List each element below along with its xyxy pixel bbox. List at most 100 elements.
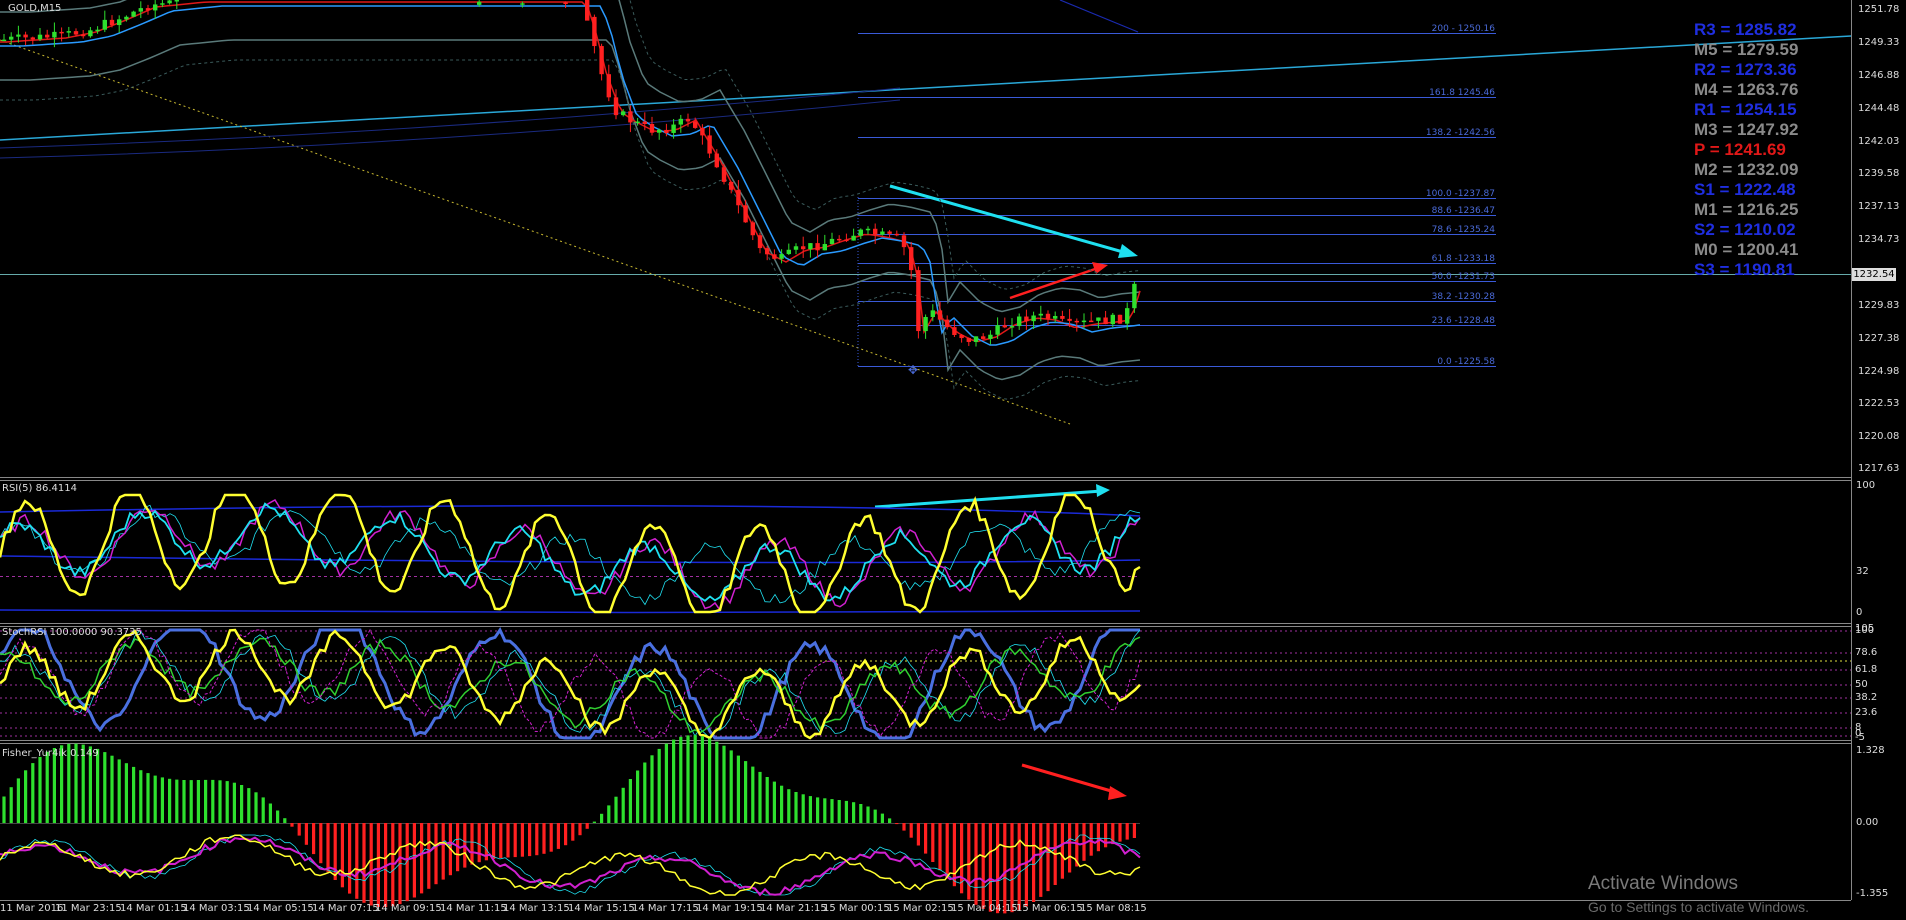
candle-body (851, 235, 856, 241)
fisher-histogram-bar (981, 823, 985, 909)
band-outer-upper (629, 0, 1141, 290)
symbol-label: GOLD,M15 (8, 3, 62, 14)
candle-body (901, 235, 907, 248)
candle-body (1024, 316, 1029, 322)
fisher-histogram-bar (657, 748, 661, 823)
activate-windows-subtitle: Go to Settings to activate Windows. (1588, 899, 1809, 915)
fisher-histogram-bar (967, 823, 971, 900)
fisher-histogram-bar (945, 823, 949, 879)
candle-body (945, 319, 950, 328)
candle-body (923, 316, 928, 332)
fisher-histogram-bar (794, 792, 798, 823)
candle-body (45, 34, 50, 38)
candle-body (95, 29, 100, 32)
fisher-histogram-bar (952, 823, 956, 887)
candle-body (829, 238, 835, 245)
candle-body (599, 46, 604, 75)
pivot-level: P = 1241.69 (1694, 140, 1786, 159)
candle-body (1031, 315, 1036, 322)
activate-windows-title: Activate Windows (1588, 873, 1738, 894)
pivot-level: S2 = 1210.02 (1694, 220, 1796, 239)
candle-body (930, 310, 935, 317)
price-scale-label: 1227.38 (1858, 333, 1900, 344)
stochrsi-scale-label: 78.6 (1855, 647, 1878, 658)
candle-body (786, 249, 791, 255)
candle-body (844, 239, 849, 242)
candle-body (750, 222, 755, 236)
rsi-pane (0, 484, 1141, 614)
candle-body (757, 235, 763, 249)
fisher-histogram-bar (9, 787, 13, 823)
fisher-histogram-bar (254, 792, 258, 823)
candle-body (685, 118, 691, 122)
fisher-histogram-bar (852, 802, 856, 823)
candle-body (909, 247, 914, 271)
candle-body (664, 129, 669, 133)
price-scale-label: 1222.53 (1858, 398, 1900, 409)
time-axis-label: 14 Mar 17:15 (632, 903, 699, 914)
stoch-blue-line (0, 626, 1140, 740)
pivot-level: M1 = 1216.25 (1694, 200, 1799, 219)
fisher-histogram-bar (1068, 823, 1072, 873)
rsi-lower-band (0, 609, 1141, 614)
fisher-histogram-bar (880, 813, 884, 823)
price-scale-label: 1234.73 (1858, 234, 1900, 245)
fisher-histogram-bar (931, 823, 935, 862)
fisher-histogram-bar (52, 748, 56, 823)
price-scale-label: 1244.48 (1858, 103, 1900, 114)
candle-body (66, 31, 71, 33)
candle-body (966, 338, 971, 342)
candle-body (52, 31, 57, 38)
fisher-histogram-bar (614, 796, 618, 823)
candle-body (988, 334, 993, 339)
candle-body (16, 34, 21, 37)
candle-body (736, 189, 741, 206)
fisher-histogram-bar (772, 781, 776, 823)
candle-body (714, 153, 719, 168)
fisher-scale-label: 0.00 (1856, 817, 1879, 828)
price-scale-label: 1217.63 (1858, 463, 1900, 474)
rsi-scale-label: 32 (1856, 566, 1869, 577)
fisher-histogram-bar (708, 738, 712, 823)
price-scale-label: 1249.33 (1858, 37, 1900, 48)
stochrsi-scale-label: -5 (1855, 732, 1865, 743)
fisher-histogram-bar (153, 775, 157, 823)
candle-body (1096, 317, 1101, 321)
candle-body (995, 325, 1000, 335)
fisher-histogram-bar (45, 751, 49, 823)
fisher-histogram-bar (96, 748, 100, 823)
fisher-histogram-bar (312, 823, 316, 855)
fisher-histogram-bar (700, 736, 704, 823)
candle-body (657, 129, 662, 133)
candle-body (700, 127, 705, 136)
fisher-histogram-bar (16, 778, 20, 823)
candle-body (520, 3, 525, 5)
fisher-histogram-bar (1010, 823, 1014, 913)
fisher-histogram-bar (189, 780, 193, 823)
candle-body (1089, 320, 1094, 323)
fisher-histogram-bar (801, 794, 805, 823)
fisher-histogram-bar (664, 743, 668, 823)
stoch-cyan-line (0, 629, 1141, 739)
candle-body (1002, 325, 1007, 328)
fisher-histogram-bar (564, 823, 568, 846)
band-outer-lower (0, 59, 1141, 400)
fibonacci-label: 78.6 -1235.24 (1431, 225, 1495, 235)
pivot-level: S3 = 1190.81 (1694, 260, 1795, 279)
fisher-histogram-bar (38, 756, 42, 823)
candle-body (887, 231, 892, 234)
rsi-title: RSI(5) 86.4114 (2, 483, 77, 494)
fisher-histogram-bar (650, 755, 654, 823)
candle-body (153, 4, 158, 11)
candle-body (865, 228, 871, 231)
fisher-histogram-bar (1046, 823, 1050, 892)
candle-body (73, 31, 79, 35)
fisher-histogram-bar (139, 770, 143, 823)
fisher-histogram-bar (888, 818, 892, 823)
pivot-level: M0 = 1200.41 (1694, 240, 1799, 259)
fisher-histogram-bar (909, 823, 913, 838)
stochrsi-scale-label: 38.2 (1855, 692, 1878, 703)
candle-body (9, 36, 14, 40)
pivot-level: S1 = 1222.48 (1694, 180, 1796, 199)
trading-chart[interactable]: ✥ (0, 0, 1906, 920)
